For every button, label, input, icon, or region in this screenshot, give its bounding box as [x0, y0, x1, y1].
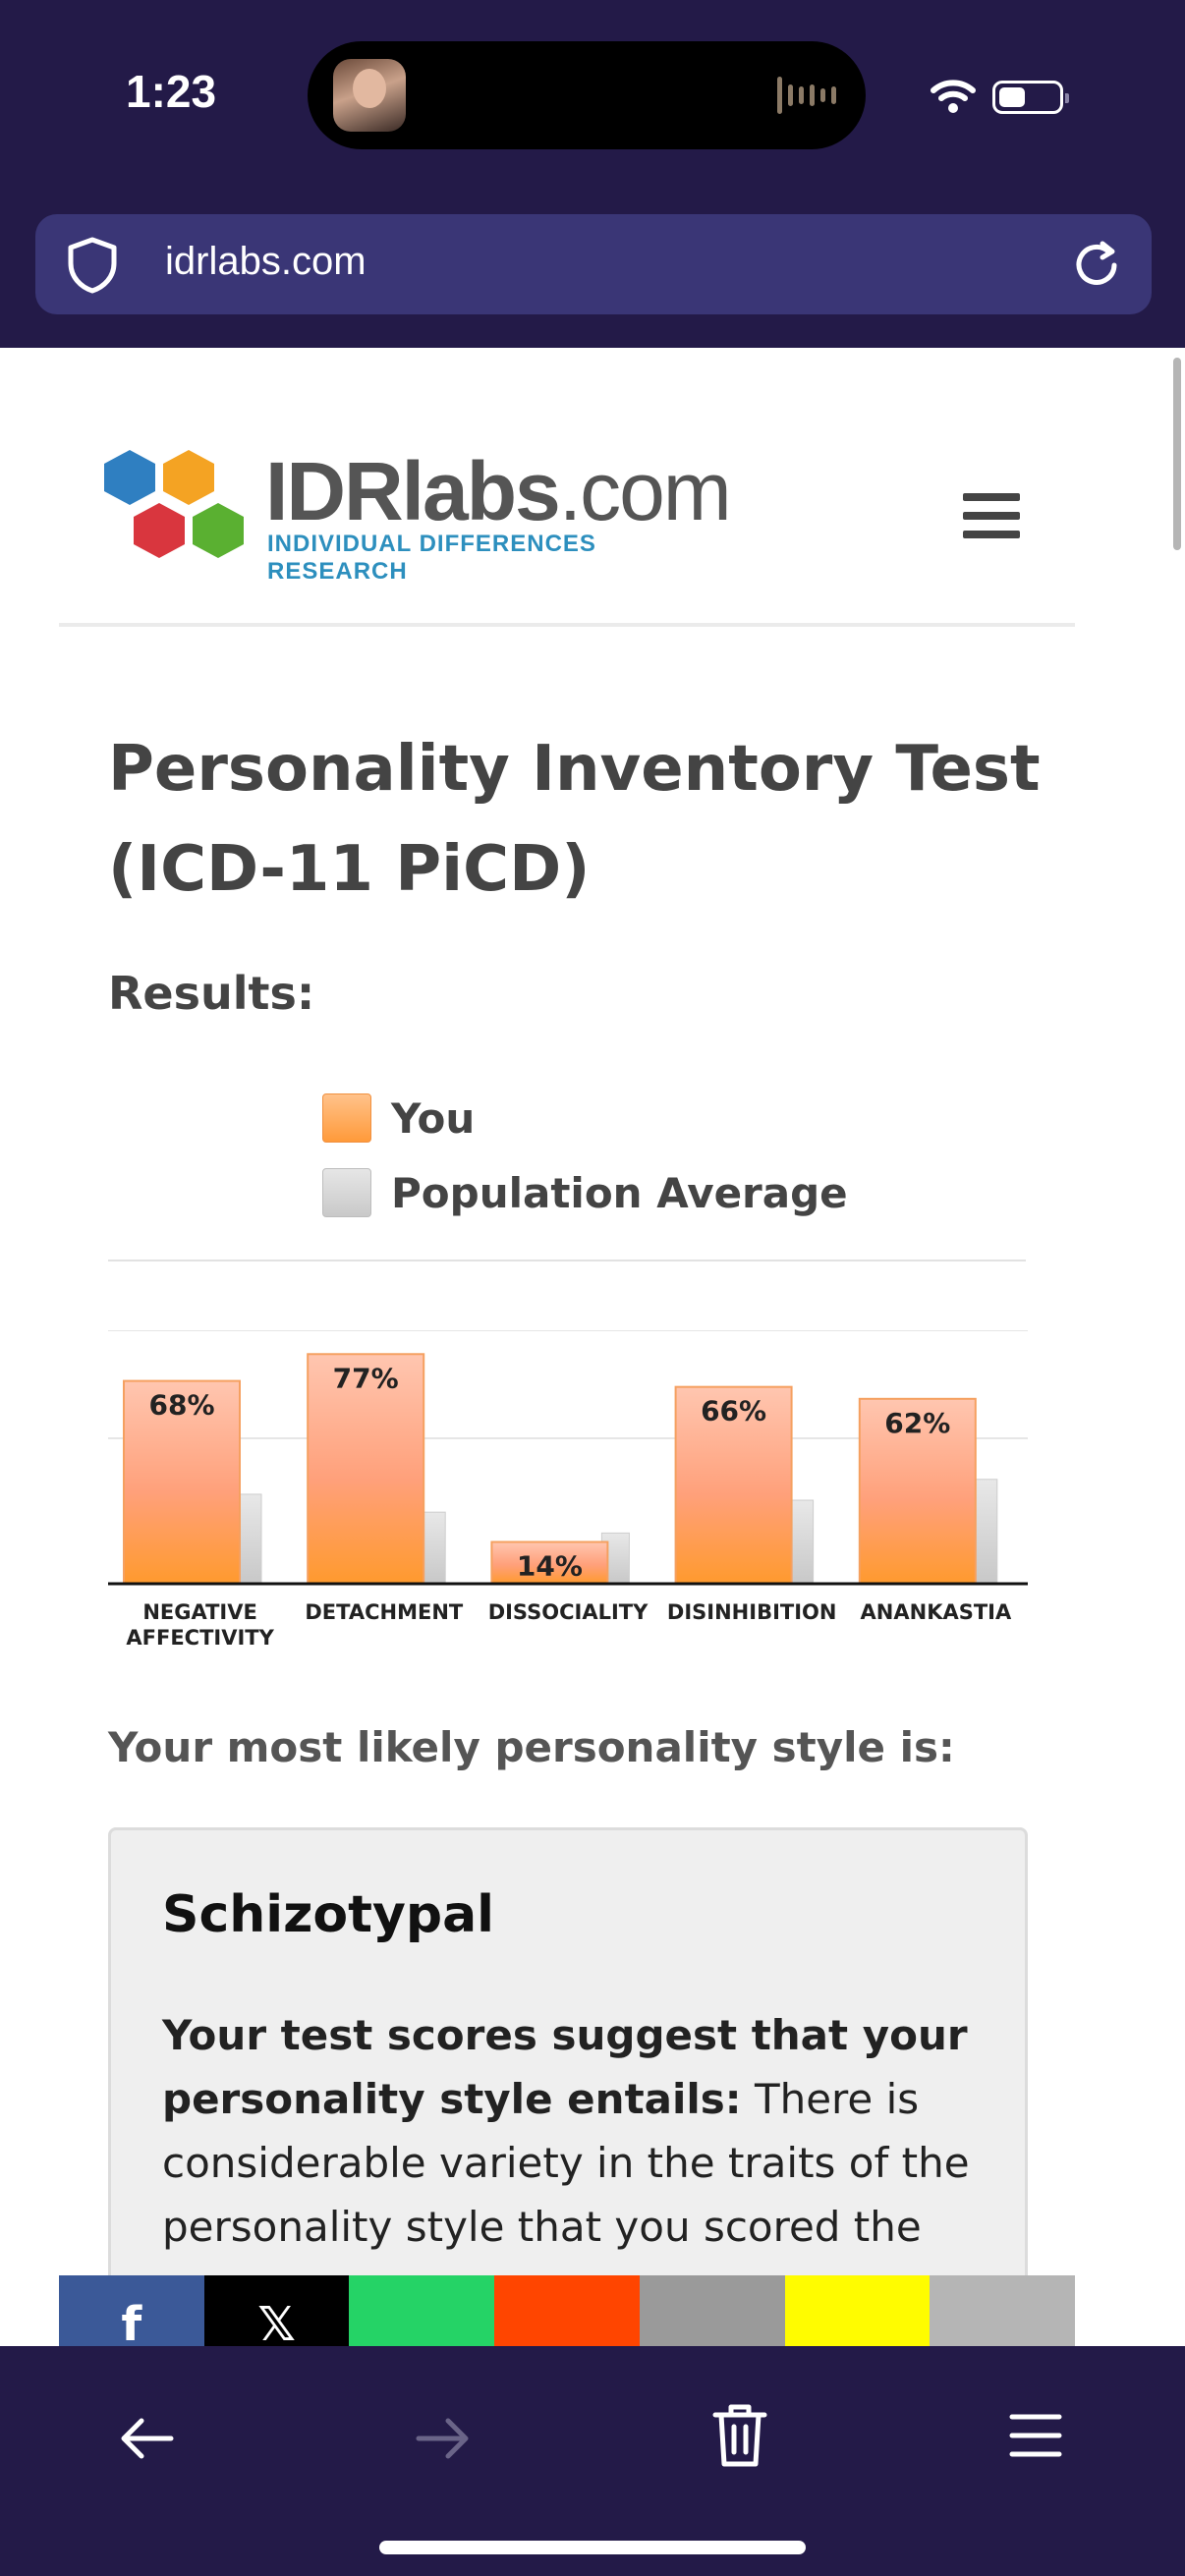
- url-text[interactable]: idrlabs.com: [165, 240, 367, 284]
- result-description: Your test scores suggest that your perso…: [162, 2003, 988, 2259]
- share-whatsapp-button[interactable]: [349, 2275, 495, 2346]
- bottom-toolbar: [0, 2346, 1185, 2576]
- dynamic-island[interactable]: [308, 41, 866, 149]
- web-page: IDRlabs.com INDIVIDUAL DIFFERENCES RESEA…: [0, 348, 1185, 2346]
- legend-swatch-you: [322, 1093, 371, 1143]
- address-bar[interactable]: idrlabs.com: [35, 214, 1152, 314]
- bar-value-label: 66%: [701, 1395, 766, 1428]
- chart-divider: [108, 1260, 1026, 1261]
- result-card: Schizotypal Your test scores suggest tha…: [108, 1827, 1028, 2346]
- site-logo[interactable]: IDRlabs.com INDIVIDUAL DIFFERENCES RESEA…: [94, 442, 743, 585]
- result-style-name: Schizotypal: [162, 1885, 494, 1944]
- audio-waveform-icon: [777, 75, 836, 116]
- reload-icon[interactable]: [1067, 236, 1126, 295]
- top-chrome: 1:23 idrlabs.com: [0, 0, 1185, 348]
- home-indicator[interactable]: [379, 2541, 806, 2554]
- logo-subtitle: INDIVIDUAL DIFFERENCES RESEARCH: [267, 531, 596, 585]
- bar-value-label: 62%: [884, 1407, 950, 1439]
- wifi-icon: [931, 80, 976, 113]
- legend-label-population: Population Average: [391, 1168, 848, 1217]
- legend-population: Population Average: [322, 1155, 848, 1230]
- legend-label-you: You: [391, 1093, 476, 1143]
- bar-value-label: 77%: [333, 1362, 399, 1394]
- bar-value-label: 68%: [148, 1389, 214, 1422]
- page-scrollbar[interactable]: [1173, 358, 1181, 550]
- category-tick-label: ANANKASTIA: [861, 1600, 1012, 1624]
- facebook-icon: f: [121, 2297, 142, 2346]
- category-tick-label: AFFECTIVITY: [126, 1626, 274, 1650]
- share-reddit-button[interactable]: [494, 2275, 640, 2346]
- share-email-button[interactable]: [639, 2275, 785, 2346]
- shield-icon[interactable]: [65, 236, 120, 295]
- battery-icon: [992, 81, 1069, 114]
- status-time: 1:23: [126, 66, 217, 117]
- logo-main-text: IDRlabs: [265, 445, 561, 537]
- bar-value-label: 14%: [517, 1550, 583, 1583]
- results-bar-chart: 68% NEGATIVEAFFECTIVITY 77% DETACHMENT 14% DI…: [108, 1330, 1028, 1650]
- share-facebook-button[interactable]: f: [59, 2275, 204, 2346]
- logo-wordmark: IDRlabs.com: [265, 444, 732, 539]
- legend-swatch-population: [322, 1168, 371, 1217]
- logo-hexagons-icon: [104, 450, 244, 558]
- site-header: IDRlabs.com INDIVIDUAL DIFFERENCES RESEA…: [59, 348, 1075, 627]
- share-snapchat-button[interactable]: [784, 2275, 931, 2346]
- menu-icon[interactable]: [1008, 2411, 1063, 2460]
- personality-style-heading: Your most likely personality style is:: [108, 1723, 955, 1771]
- chart-legend: You Population Average: [322, 1081, 848, 1230]
- category-tick-label: DISINHIBITION: [667, 1600, 837, 1624]
- trash-icon[interactable]: [711, 2401, 768, 2470]
- forward-arrow-icon[interactable]: [411, 2411, 474, 2466]
- x-icon: 𝕏: [257, 2297, 296, 2346]
- now-playing-artwork: [333, 59, 406, 132]
- results-heading: Results:: [108, 967, 315, 1020]
- category-tick-label: NEGATIVE: [142, 1600, 257, 1624]
- share-x-button[interactable]: 𝕏: [203, 2275, 350, 2346]
- share-bar: f𝕏: [59, 2275, 1075, 2346]
- hamburger-menu-icon[interactable]: [963, 493, 1020, 538]
- logo-suffix-text: .com: [558, 445, 732, 537]
- back-arrow-icon[interactable]: [116, 2411, 179, 2466]
- category-tick-label: DISSOCIALITY: [488, 1600, 649, 1624]
- share-copy-link-button[interactable]: [930, 2275, 1075, 2346]
- page-title: Personality Inventory Test (ICD-11 PiCD): [108, 733, 1041, 906]
- legend-you: You: [322, 1081, 848, 1155]
- category-tick-label: DETACHMENT: [305, 1600, 464, 1624]
